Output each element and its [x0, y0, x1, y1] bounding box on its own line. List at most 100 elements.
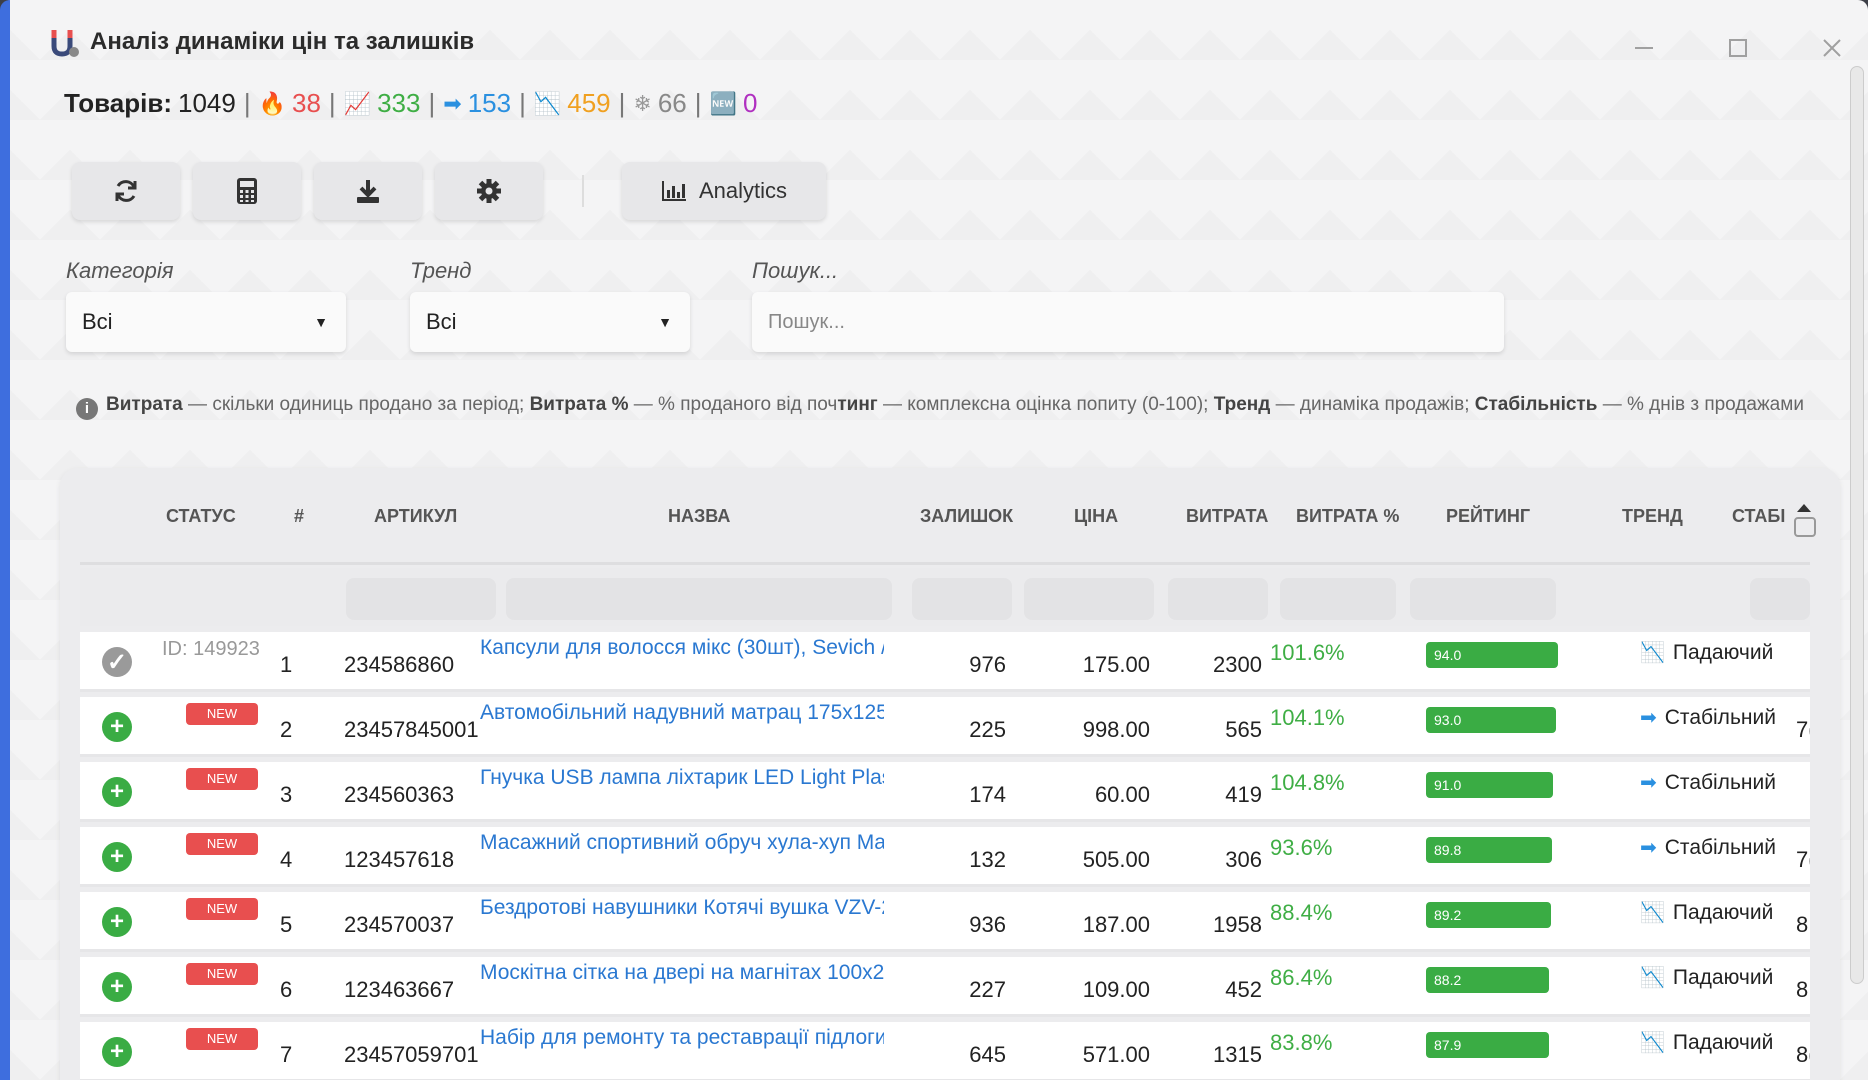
table-row[interactable]: + NEW 6 123463667 Москітна сітка на двері на…: [80, 957, 1810, 1017]
spend-pct-filter-input[interactable]: [1280, 578, 1396, 620]
scroll-up-icon[interactable]: [1792, 500, 1816, 545]
dropdown-arrow-icon: ▼: [658, 314, 672, 330]
falling-chart-icon: 📉: [1640, 642, 1665, 664]
row-name-link[interactable]: Москітна сітка на двері на магнітах 100х…: [480, 961, 884, 985]
trend-label: Тренд: [410, 258, 472, 283]
add-icon[interactable]: +: [102, 1037, 132, 1067]
header-stability[interactable]: СТАБІ: [1732, 506, 1785, 527]
row-name-link[interactable]: Гнучка USB лампа ліхтарик LED Light Plas…: [480, 766, 884, 790]
row-number: 7: [280, 1042, 293, 1067]
stock-filter-input[interactable]: [912, 578, 1012, 620]
info-icon: i: [76, 398, 98, 420]
close-button[interactable]: [1812, 28, 1852, 68]
trend-value: Всі: [426, 309, 457, 334]
maximize-button[interactable]: [1718, 28, 1758, 68]
refresh-icon: [115, 180, 137, 202]
header-num[interactable]: #: [294, 506, 304, 527]
row-spend-pct: 86.4%: [1270, 965, 1333, 990]
arrow-right-icon: ➡: [443, 90, 462, 116]
trend-label: Стабільний: [1664, 835, 1776, 859]
category-select[interactable]: Всі ▼: [66, 292, 346, 352]
row-stock: 225: [969, 717, 1006, 742]
stats-frozen: 66: [657, 88, 687, 118]
row-sku: 123457618: [344, 847, 455, 872]
new-badge: NEW: [186, 833, 258, 855]
add-icon[interactable]: +: [102, 907, 132, 937]
add-icon[interactable]: +: [102, 712, 132, 742]
search-input[interactable]: [752, 292, 1504, 352]
row-spend-pct: 93.6%: [1270, 835, 1333, 860]
header-stock[interactable]: ЗАЛИШОК: [920, 506, 1013, 527]
stats-new: 0: [742, 88, 758, 118]
table-row[interactable]: + NEW 4 123457618 Масажний спортивний обруч …: [80, 827, 1810, 887]
minimize-button[interactable]: [1624, 28, 1664, 68]
header-name[interactable]: НАЗВА: [668, 506, 730, 527]
refresh-button[interactable]: [72, 162, 180, 220]
row-stock: 936: [969, 912, 1006, 937]
row-name-link[interactable]: Масажний спортивний обруч хула-хуп Mass: [480, 831, 884, 855]
download-icon: [357, 180, 379, 203]
checkmark-icon[interactable]: ✓: [102, 647, 132, 677]
row-stability: 7(: [1796, 717, 1810, 742]
add-icon[interactable]: +: [102, 842, 132, 872]
new-badge: NEW: [186, 898, 258, 920]
row-spend-pct: 83.8%: [1270, 1030, 1333, 1055]
row-name-link[interactable]: Бездротові навушники Котячі вушка VZV-23: [480, 896, 884, 920]
header-sku[interactable]: АРТИКУЛ: [374, 506, 457, 527]
header-trend[interactable]: ТРЕНД: [1622, 506, 1683, 527]
stability-filter-input[interactable]: [1750, 578, 1810, 620]
add-icon[interactable]: +: [102, 777, 132, 807]
table-row[interactable]: + NEW 5 234570037 Бездротові навушники Котяч…: [80, 892, 1810, 952]
row-trend: 📉 Падаючий: [1640, 640, 1773, 665]
row-price: 60.00: [1094, 782, 1150, 807]
trend-select[interactable]: Всі ▼: [410, 292, 690, 352]
row-price: 175.00: [1082, 652, 1150, 677]
header-spend[interactable]: ВИТРАТА: [1186, 506, 1268, 527]
new-badge: NEW: [186, 703, 258, 725]
download-button[interactable]: [314, 162, 422, 220]
scrollbar[interactable]: [1850, 66, 1864, 984]
table-row[interactable]: ✓ ID: 149923 1 234586860 Капсули для волосся…: [80, 632, 1810, 692]
toolbar: Analytics: [72, 162, 826, 220]
stats-bar: Товарів: 1049 | 🔥 38 | 📈 333 | ➡ 153 | 📉…: [64, 88, 758, 118]
analytics-button[interactable]: Analytics: [622, 162, 826, 220]
row-stability: 7(: [1796, 847, 1810, 872]
price-filter-input[interactable]: [1024, 578, 1154, 620]
stats-total: 1049: [177, 88, 236, 118]
spend-filter-input[interactable]: [1168, 578, 1268, 620]
header-status[interactable]: СТАТУС: [166, 506, 236, 527]
header-rating[interactable]: РЕЙТИНГ: [1446, 506, 1530, 527]
row-spend: 2300: [1213, 652, 1262, 677]
trend-label: Падаючий: [1672, 640, 1774, 664]
row-price: 998.00: [1082, 717, 1150, 742]
row-name-link[interactable]: Автомобільний надувний матрац 175х125см: [480, 701, 884, 725]
name-filter-input[interactable]: [506, 578, 892, 620]
row-spend-pct: 88.4%: [1270, 900, 1333, 925]
info-text: i Витрата — скільки одиниць продано за пе…: [76, 388, 1846, 422]
calculator-button[interactable]: [193, 162, 301, 220]
row-sku: 234570037: [344, 912, 455, 937]
category-label: Категорія: [66, 258, 174, 283]
calculator-icon: [237, 178, 257, 204]
sku-filter-input[interactable]: [346, 578, 496, 620]
header-price[interactable]: ЦІНА: [1074, 506, 1118, 527]
table-row[interactable]: + NEW 2 23457845001 Автомобільний надувний м…: [80, 697, 1810, 757]
row-trend: 📉 Падаючий: [1640, 965, 1773, 990]
table-row[interactable]: + NEW 7 23457059701 Набір для ремонту та рес…: [80, 1022, 1810, 1080]
stats-label: Товарів:: [64, 88, 172, 118]
settings-button[interactable]: [435, 162, 543, 220]
trend-label: Стабільний: [1664, 770, 1776, 794]
rating-bar: 91.0: [1426, 772, 1553, 798]
add-icon[interactable]: +: [102, 972, 132, 1002]
row-name-link[interactable]: Набір для ремонту та реставрації підлоги…: [480, 1026, 884, 1050]
row-number: 2: [280, 717, 293, 742]
header-spend-pct[interactable]: ВИТРАТА %: [1296, 506, 1399, 527]
new-badge: NEW: [186, 963, 258, 985]
row-name-link[interactable]: Капсули для волосся мікс (30шт), Sevich …: [480, 636, 884, 660]
app-window: Аналіз динаміки цін та залишків Товарів:…: [0, 0, 1868, 1080]
row-spend-pct: 104.1%: [1270, 705, 1345, 730]
table-row[interactable]: + NEW 3 234560363 Гнучка USB лампа ліхтарик …: [80, 762, 1810, 822]
rating-filter-input[interactable]: [1410, 578, 1556, 620]
row-spend: 1958: [1213, 912, 1262, 937]
stats-hot: 38: [292, 88, 321, 118]
